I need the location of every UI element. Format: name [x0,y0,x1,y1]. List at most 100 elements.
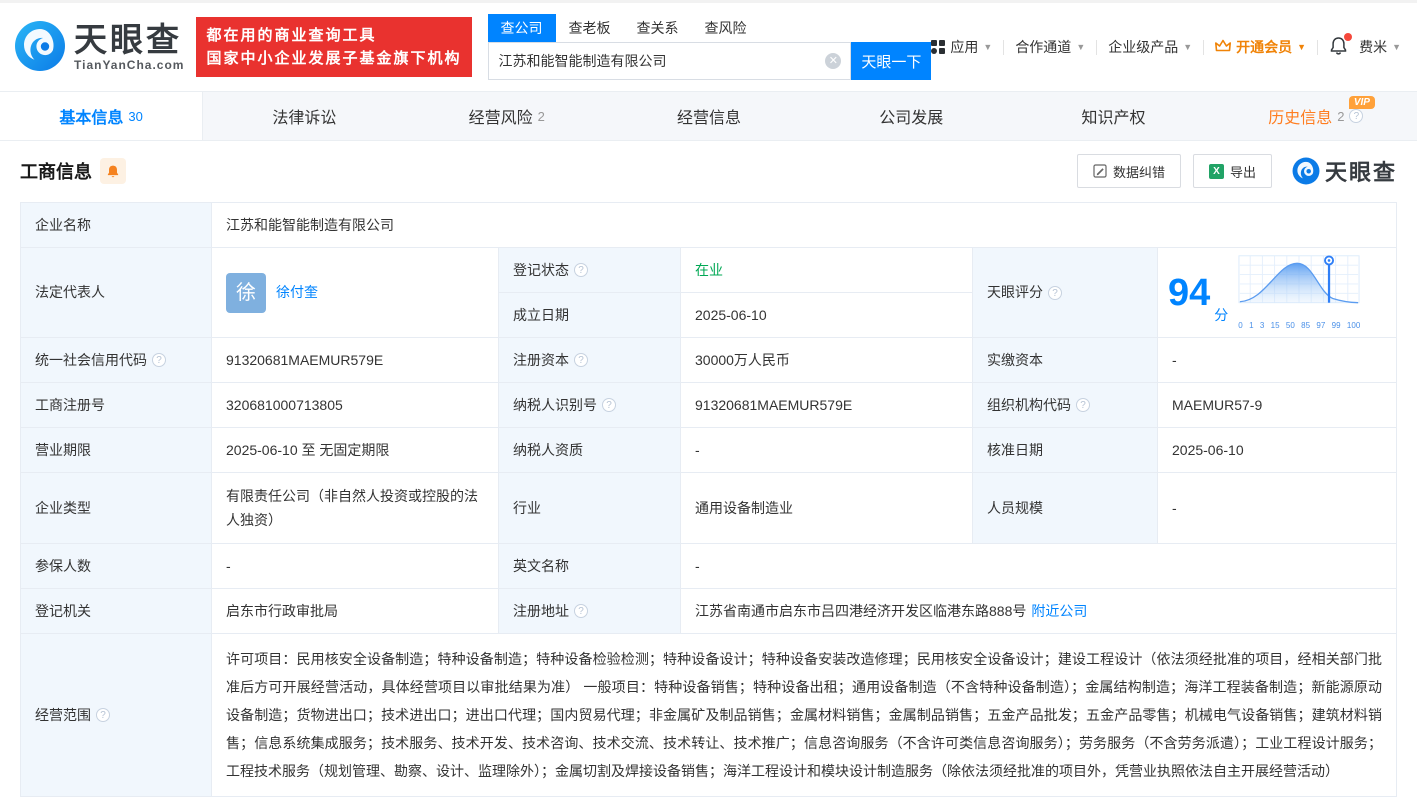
help-icon[interactable]: ? [574,263,588,277]
staff-size-label: 人员规模 [972,473,1157,543]
logo-title: 天眼查 [74,20,182,58]
reg-capital-label: 注册资本? [498,338,680,382]
tab-operation-info[interactable]: 经营信息 [608,92,810,140]
nav-enterprise[interactable]: 企业级产品 ▼ [1108,37,1192,57]
divider [1203,39,1205,55]
export-button[interactable]: X 导出 [1192,154,1272,188]
establish-date-value: 2025-06-10 [680,293,972,337]
taxpayer-id-label: 纳税人识别号? [498,383,680,427]
tab-label: 知识产权 [1081,110,1146,127]
business-term-label: 营业期限 [21,428,211,472]
tyc-score-label: 天眼评分 ? [972,248,1157,337]
tyc-score-value: 94 分 0 1 3 15 50 85 97 99 100 [1157,248,1396,337]
score-distribution-chart[interactable]: 0 1 3 15 50 85 97 99 100 [1238,253,1360,332]
credit-code-value: 91320681MAEMUR579E [211,338,498,382]
taxpayer-quality-label: 纳税人资质 [498,428,680,472]
chevron-down-icon: ▼ [983,42,993,52]
help-icon[interactable]: ? [574,353,588,367]
export-label: 导出 [1229,164,1256,180]
insured-count-value: - [211,544,498,588]
help-icon[interactable]: ? [1076,398,1090,412]
crown-icon [1215,39,1232,56]
nav-channel[interactable]: 合作通道 ▼ [1015,37,1085,57]
help-icon[interactable]: ? [1349,109,1364,123]
chevron-down-icon: ▼ [1076,42,1086,52]
nearby-companies-link[interactable]: 附近公司 [1031,601,1087,622]
tab-legal-litigation[interactable]: 法律诉讼 [203,92,405,140]
company-name-label: 企业名称 [21,203,211,247]
insured-count-label: 参保人数 [21,544,211,588]
divider [1003,39,1005,55]
tab-history-info[interactable]: VIP 历史信息 2 ? [1215,92,1417,140]
header-nav: 应用 ▼ 合作通道 ▼ 企业级产品 ▼ 开通会员 ▼ 费米 ▼ [931,32,1401,59]
help-icon[interactable]: ? [602,398,616,412]
search-tab-company[interactable]: 查公司 [487,14,556,42]
nav-open-vip-label: 开通会员 [1236,39,1293,55]
score-number: 94 [1168,271,1211,314]
company-name-value: 江苏和能智能制造有限公司 [211,203,1396,247]
reg-authority-value: 启东市行政审批局 [211,589,498,633]
legal-rep-avatar[interactable]: 徐 [226,272,266,313]
notification-dot [1344,32,1353,41]
notification-bell-icon[interactable] [1329,32,1353,59]
subscribe-bell-icon[interactable] [100,158,126,184]
promo-line1: 都在用的商业查询工具 [206,26,377,44]
credit-code-label: 统一社会信用代码? [21,338,211,382]
business-info-table: 企业名称 江苏和能智能制造有限公司 法定代表人 徐 徐付奎 登记状态 ? 在业 … [20,202,1397,797]
data-correction-button[interactable]: 数据纠错 [1076,154,1181,188]
top-header: 天眼查 TianYanCha.com 都在用的商业查询工具 国家中小企业发展子基… [0,0,1417,91]
nav-apps[interactable]: 应用 ▼ [931,37,992,57]
tab-intellectual-property[interactable]: 知识产权 [1012,92,1214,140]
tianyancha-logo-icon [14,20,66,75]
tianyancha-logo[interactable]: 天眼查 TianYanCha.com [14,20,184,75]
reg-status-label-text: 登记状态 [513,261,569,278]
search-button[interactable]: 天眼一下 [851,42,932,80]
tab-basic-info[interactable]: 基本信息 30 [0,92,204,140]
watermark-logo: 天眼查 [1292,155,1397,187]
english-name-label: 英文名称 [498,544,680,588]
help-icon[interactable]: ? [1048,285,1062,300]
chevron-down-icon: ▼ [1392,42,1401,52]
chevron-down-icon: ▼ [1297,42,1307,52]
tab-company-development[interactable]: 公司发展 [810,92,1012,140]
search-tab-risk[interactable]: 查风险 [692,14,760,42]
apps-grid-icon [931,40,946,54]
establish-date-label: 成立日期 [498,293,680,337]
table-row-credit-code: 统一社会信用代码? 91320681MAEMUR579E 注册资本? 30000… [21,338,1396,383]
tab-count: 2 [537,108,545,124]
search-tab-relation[interactable]: 查关系 [624,14,692,42]
company-type-value: 有限责任公司（非自然人投资或控股的法人独资） [211,473,498,543]
legal-rep-label: 法定代表人 [21,248,211,337]
table-row-reg-authority: 登记机关 启东市行政审批局 注册地址? 江苏省南通市启东市吕四港经济开发区临港东… [21,589,1396,634]
tab-label: 经营信息 [676,110,741,127]
nav-channel-label: 合作通道 [1015,39,1072,55]
logo-domain: TianYanCha.com [74,57,185,72]
help-icon[interactable]: ? [152,353,166,367]
nav-user[interactable]: 费米 ▼ [1359,37,1401,57]
nav-open-vip[interactable]: 开通会员 ▼ [1215,37,1306,57]
nav-apps-label: 应用 [950,39,979,55]
nav-enterprise-label: 企业级产品 [1108,39,1179,55]
legal-rep-link[interactable]: 徐付奎 [276,282,318,303]
table-row-insured-count: 参保人数 - 英文名称 - [21,544,1396,589]
tab-label: 经营风险 [468,110,533,127]
section-title: 工商信息 [20,162,92,182]
table-row-reg-number: 工商注册号 320681000713805 纳税人识别号? 91320681MA… [21,383,1396,428]
search-tabs: 查公司 查老板 查关系 查风险 [487,14,932,42]
search-tab-boss[interactable]: 查老板 [556,14,624,42]
promo-line2: 国家中小企业发展子基金旗下机构 [206,50,462,67]
tab-label: 公司发展 [879,110,944,127]
table-row-company-type: 企业类型 有限责任公司（非自然人投资或控股的法人独资） 行业 通用设备制造业 人… [21,473,1396,544]
help-icon[interactable]: ? [96,708,110,722]
status-badge[interactable]: 在业 [695,260,723,281]
score-chart-ticks: 0 1 3 15 50 85 97 99 100 [1238,321,1361,330]
search-input[interactable] [488,53,851,69]
tab-label: 基本信息 [59,110,124,127]
help-icon[interactable]: ? [574,604,588,618]
approval-date-value: 2025-06-10 [1157,428,1396,472]
tab-operation-risk[interactable]: 经营风险 2 [406,92,608,140]
paid-capital-value: - [1157,338,1396,382]
excel-icon: X [1208,163,1224,179]
company-tabbar: 基本信息 30 法律诉讼 经营风险 2 经营信息 公司发展 知识产权 VIP 历… [0,91,1417,141]
english-name-value: - [680,544,1396,588]
